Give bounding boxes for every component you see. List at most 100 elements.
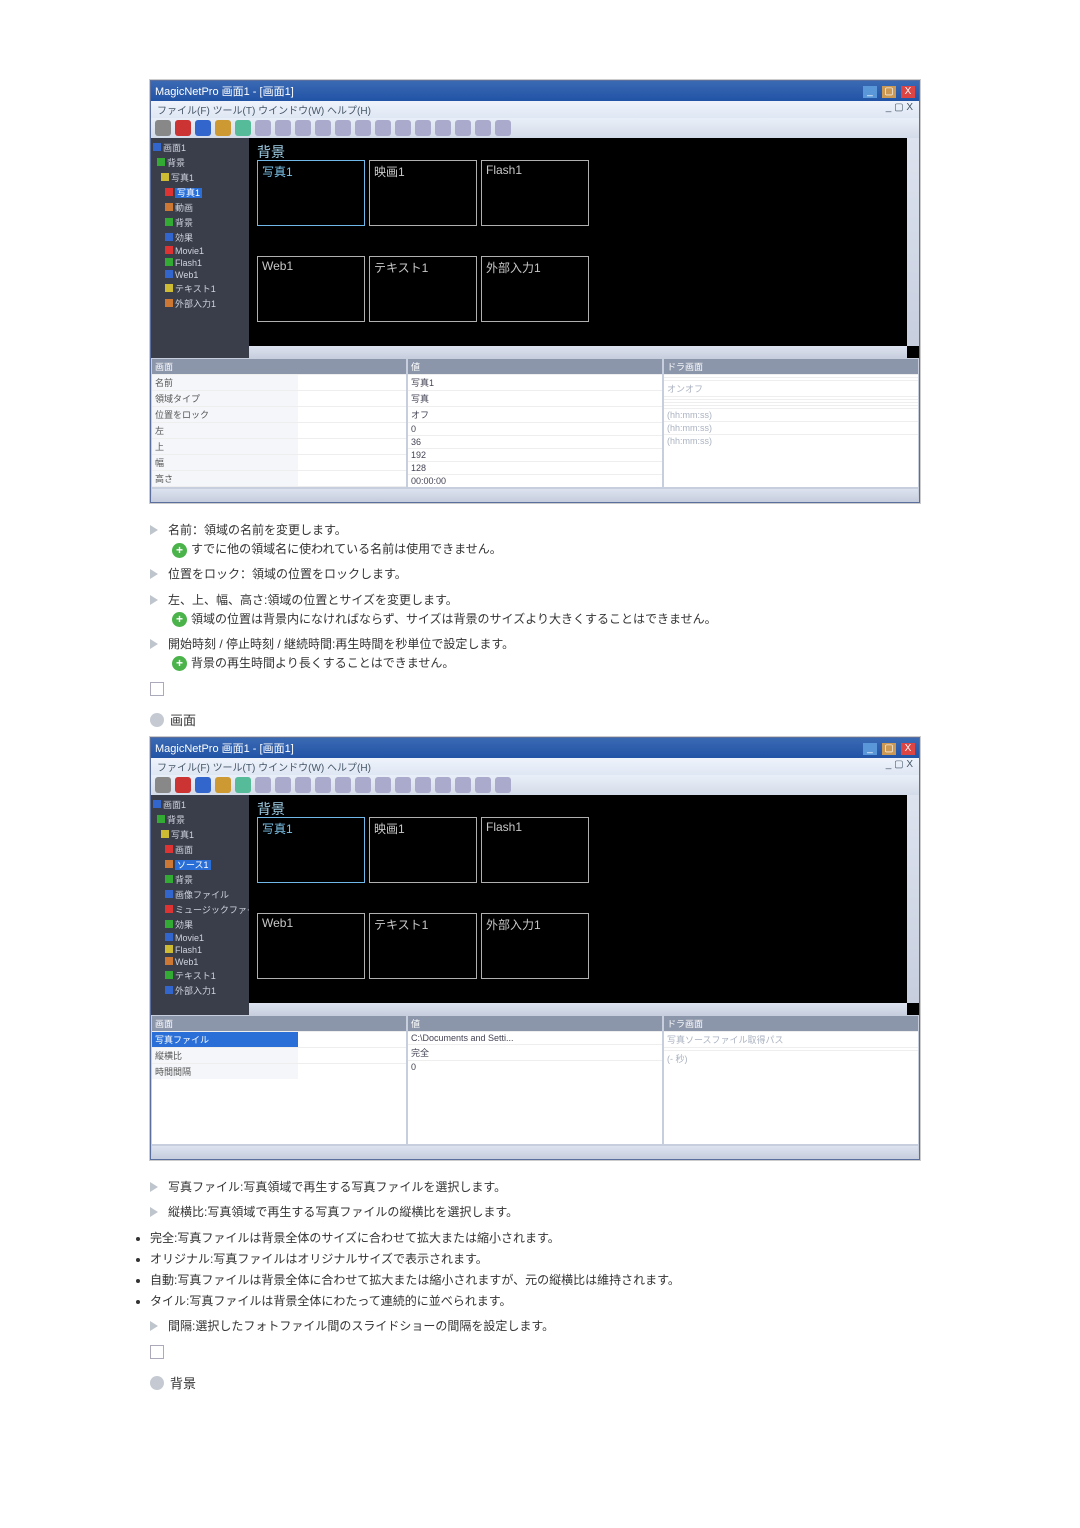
prop-value[interactable]: 0 [408,1061,662,1073]
tree-item[interactable]: 背景 [153,215,247,230]
toolbar-icon[interactable] [235,777,251,793]
checkbox[interactable] [150,682,164,696]
close-icon[interactable]: X [901,743,915,755]
close-icon[interactable]: X [901,86,915,98]
prop-key[interactable]: 開始時刻 [152,487,298,488]
tree-item[interactable]: 背景 [153,812,247,827]
toolbar-icon[interactable] [315,777,331,793]
toolbar-icon[interactable] [255,120,271,136]
tree-item[interactable]: Web1 [153,269,247,281]
canvas-cell-flash[interactable]: Flash1 [481,160,589,226]
toolbar-icon[interactable] [475,120,491,136]
toolbar-icon[interactable] [315,120,331,136]
toolbar-icon[interactable] [375,777,391,793]
toolbar-icon[interactable] [415,777,431,793]
menu-help[interactable]: ヘルプ(H) [327,106,371,117]
toolbar-icon[interactable] [195,777,211,793]
toolbar-icon[interactable] [295,777,311,793]
prop-key[interactable]: 領域タイプ [152,391,298,406]
toolbar-icon[interactable] [275,120,291,136]
canvas[interactable]: 背景 写真1 映画1 Flash1 Web1 テキスト1 外部入力1 [249,138,919,358]
tree-item[interactable]: 画面1 [153,797,247,812]
canvas-cell-text[interactable]: テキスト1 [369,913,477,979]
prop-key[interactable]: 位置をロック [152,407,298,422]
toolbar-icon[interactable] [235,120,251,136]
toolbar-icon[interactable] [435,777,451,793]
canvas-cell-photo[interactable]: 写真1 [257,817,365,883]
toolbar-icon[interactable] [155,777,171,793]
scrollbar-h[interactable] [151,1145,919,1159]
minimize-icon[interactable]: _ [863,743,877,755]
menu-help[interactable]: ヘルプ(H) [327,763,371,774]
maximize-icon[interactable]: ▢ [882,86,896,98]
prop-key[interactable]: 名前 [152,375,298,390]
canvas-cell-ext[interactable]: 外部入力1 [481,256,589,322]
scrollbar-v[interactable] [907,795,919,1003]
tree-pane[interactable]: 画面1背景写真1写真1動画背景効果Movie1Flash1Web1テキスト1外部… [151,138,249,358]
prop-key[interactable]: 左 [152,423,298,438]
prop-key[interactable]: 幅 [152,455,298,470]
prop-value[interactable]: 0 [408,423,662,435]
tree-item[interactable]: 背景 [153,155,247,170]
toolbar-icon[interactable] [175,120,191,136]
toolbar-icon[interactable] [215,120,231,136]
toolbar-icon[interactable] [395,777,411,793]
toolbar-icon[interactable] [375,120,391,136]
tree-item[interactable]: 写真1 [153,827,247,842]
prop-value[interactable]: 写真 [408,391,662,406]
prop-value[interactable]: オフ [408,407,662,422]
prop-value[interactable]: 完全 [408,1045,662,1060]
toolbar-icon[interactable] [495,120,511,136]
toolbar-icon[interactable] [355,777,371,793]
menu-tool[interactable]: ツール(T) [213,106,256,117]
prop-key[interactable]: 写真ファイル [152,1032,298,1047]
tree-item[interactable]: Movie1 [153,245,247,257]
menu-file[interactable]: ファイル(F) [157,763,210,774]
canvas-cell-movie[interactable]: 映画1 [369,160,477,226]
scrollbar-v[interactable] [907,138,919,346]
tree-item[interactable]: 画面1 [153,140,247,155]
canvas-cell-web[interactable]: Web1 [257,256,365,322]
canvas-cell-ext[interactable]: 外部入力1 [481,913,589,979]
menu-window[interactable]: ウインドウ(W) [258,763,324,774]
prop-key[interactable]: 縦横比 [152,1048,298,1063]
prop-key[interactable]: 上 [152,439,298,454]
prop-value[interactable]: 192 [408,449,662,461]
canvas[interactable]: 背景 写真1 映画1 Flash1 Web1 テキスト1 外部入力1 [249,795,919,1015]
prop-value[interactable]: 36 [408,436,662,448]
maximize-icon[interactable]: ▢ [882,743,896,755]
toolbar-icon[interactable] [475,777,491,793]
tree-item[interactable]: Web1 [153,956,247,968]
toolbar-icon[interactable] [455,777,471,793]
tree-item[interactable]: Flash1 [153,257,247,269]
canvas-cell-text[interactable]: テキスト1 [369,256,477,322]
tree-item[interactable]: 写真1 [153,185,247,200]
tree-item[interactable]: 画像ファイル [153,887,247,902]
checkbox[interactable] [150,1345,164,1359]
mdi-controls[interactable]: _ ▢ X [886,759,913,774]
canvas-cell-movie[interactable]: 映画1 [369,817,477,883]
tree-item[interactable]: 外部入力1 [153,296,247,311]
tree-item[interactable]: テキスト1 [153,968,247,983]
prop-value[interactable]: 128 [408,462,662,474]
toolbar-icon[interactable] [355,120,371,136]
tree-item[interactable]: ソース1 [153,857,247,872]
canvas-cell-web[interactable]: Web1 [257,913,365,979]
toolbar-icon[interactable] [495,777,511,793]
prop-key[interactable]: 高さ [152,471,298,486]
toolbar-icon[interactable] [195,120,211,136]
toolbar-icon[interactable] [435,120,451,136]
toolbar-icon[interactable] [415,120,431,136]
tree-item[interactable]: 外部入力1 [153,983,247,998]
scrollbar-h[interactable] [151,488,919,502]
tree-item[interactable]: Flash1 [153,944,247,956]
tree-item[interactable]: 動画 [153,200,247,215]
minimize-icon[interactable]: _ [863,86,877,98]
menu-tool[interactable]: ツール(T) [213,763,256,774]
tree-item[interactable]: ミュージックファイル [153,902,247,917]
scrollbar-h[interactable] [249,1003,907,1015]
toolbar-icon[interactable] [155,120,171,136]
menu-window[interactable]: ウインドウ(W) [258,106,324,117]
scrollbar-h[interactable] [249,346,907,358]
toolbar-icon[interactable] [455,120,471,136]
